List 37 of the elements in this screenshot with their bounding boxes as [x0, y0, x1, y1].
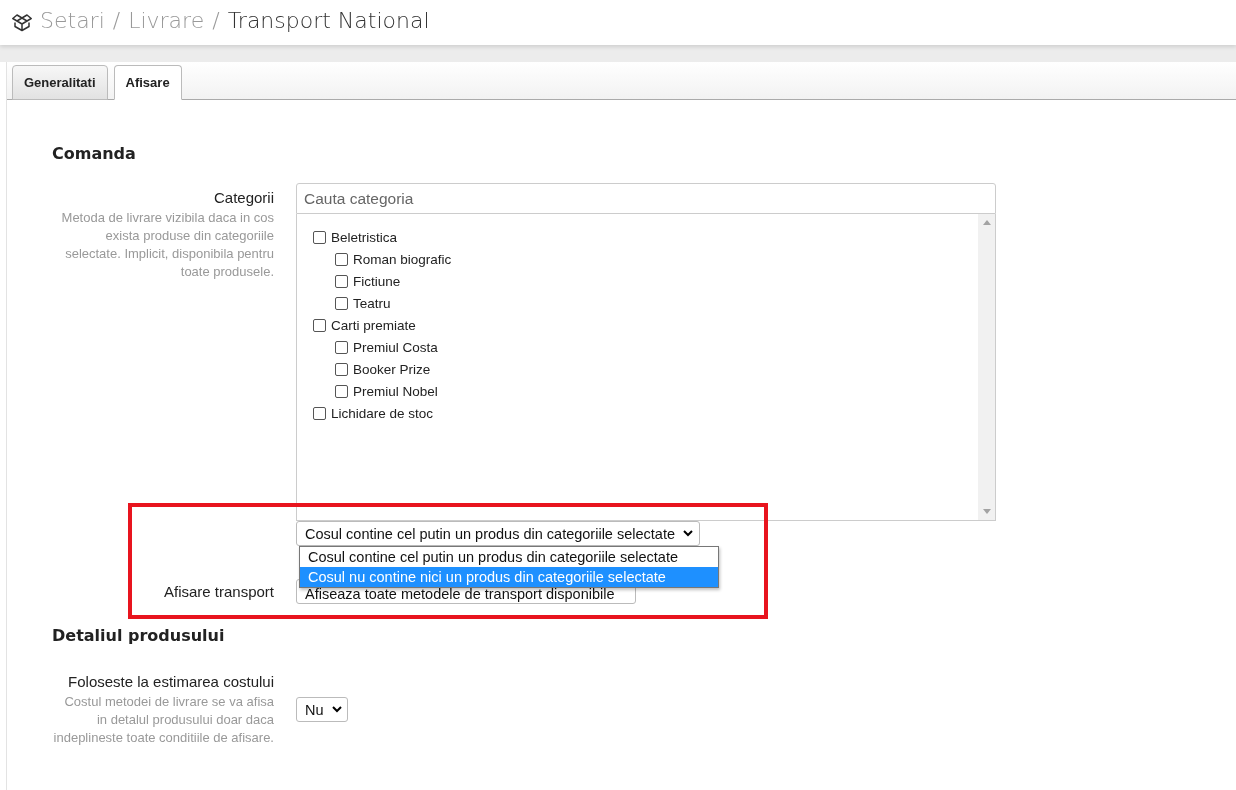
section-title: Comanda — [52, 144, 137, 164]
tab[interactable]: Generalitati — [12, 65, 108, 100]
checkbox[interactable] — [335, 384, 348, 398]
checkbox[interactable] — [335, 362, 348, 376]
section-title: Detaliul produsului — [52, 626, 226, 646]
breadcrumb-separator: / — [212, 8, 220, 33]
tab[interactable]: Afisare — [113, 65, 182, 100]
help-text: Costul metodei de livrare se va afisa in detalul produsului doar daca indeplineste toate conditiile de afisare. — [52, 693, 274, 747]
dropdown-option[interactable]: Cosul contine cel putin un produs din categoriile selectate — [300, 547, 718, 567]
checkbox[interactable] — [335, 274, 348, 288]
page-title: Transport National — [227, 8, 430, 33]
category-item[interactable]: Premiul Nobel — [313, 380, 962, 402]
category-item[interactable]: Beletristica — [313, 226, 962, 248]
chevron-down-icon — [683, 530, 693, 537]
field-label: Foloseste la estimarea costului — [68, 672, 274, 692]
checkbox[interactable] — [313, 318, 326, 332]
category-item[interactable]: Booker Prize — [313, 358, 962, 380]
checkbox[interactable] — [313, 406, 326, 420]
breadcrumb-separator: / — [112, 8, 121, 33]
category-item[interactable]: Teatru — [313, 292, 962, 314]
field-label: Afisare transport — [163, 581, 274, 602]
search-field[interactable]: Cauta categoria — [296, 183, 996, 214]
boxes-icon — [12, 11, 32, 32]
category-item[interactable]: Carti premiate — [313, 314, 962, 336]
category-item[interactable]: Fictiune — [313, 270, 962, 292]
category-item[interactable]: Premiul Costa — [313, 336, 962, 358]
yes-no-select[interactable]: Nu — [296, 697, 348, 722]
checkbox[interactable] — [313, 230, 326, 244]
category-item[interactable]: Roman biografic — [313, 248, 962, 270]
checkbox[interactable] — [335, 340, 348, 354]
checkbox[interactable] — [335, 252, 348, 266]
field-label: Categorii — [213, 188, 274, 208]
condition-select[interactable]: Cosul contine cel putin un produs din categoriile selectate — [296, 521, 700, 546]
checkbox[interactable] — [335, 296, 348, 310]
help-text: Metoda de livrare vizibila daca in cos exista produse din categoriile selectate. Implicit, disponibila pentru toate produsele. — [60, 209, 274, 281]
category-item[interactable]: Lichidare de stoc — [313, 402, 962, 424]
chevron-down-icon — [331, 706, 342, 713]
